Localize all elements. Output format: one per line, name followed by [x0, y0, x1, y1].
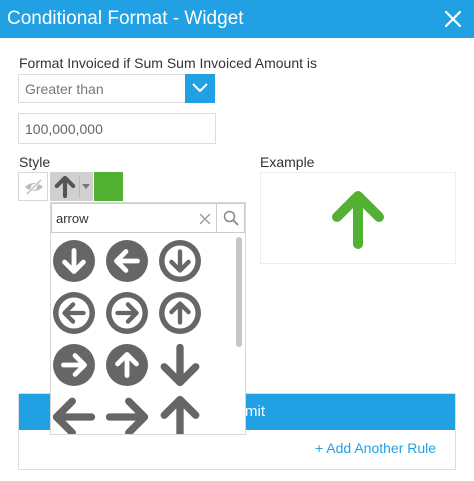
condition-label: Format Invoiced if Sum Sum Invoiced Amou…	[19, 55, 318, 71]
search-icon	[223, 210, 239, 226]
amount-input[interactable]	[18, 113, 216, 144]
icon-grid	[51, 234, 232, 434]
arrow-up-icon	[54, 176, 76, 198]
arrow-circle-o-down-icon[interactable]	[157, 238, 203, 284]
arrow-circle-down-icon[interactable]	[51, 238, 97, 284]
add-another-rule-link[interactable]: + Add Another Rule	[315, 440, 436, 456]
style-label: Style	[19, 154, 51, 170]
operator-value: Greater than	[25, 81, 104, 97]
color-swatch[interactable]	[94, 172, 123, 201]
scrollbar-thumb[interactable]	[236, 237, 242, 347]
scrollbar[interactable]	[236, 237, 242, 432]
icon-select-button[interactable]	[50, 172, 93, 201]
separator	[79, 175, 80, 198]
arrow-left-icon[interactable]	[51, 394, 97, 434]
operator-select[interactable]: Greater than	[18, 74, 215, 103]
arrow-down-icon[interactable]	[157, 342, 203, 388]
arrow-circle-up-icon[interactable]	[104, 342, 150, 388]
icon-search-input[interactable]	[51, 203, 217, 233]
example-arrow-up-icon	[332, 191, 384, 249]
caret-down-icon	[82, 184, 90, 189]
icon-picker-dropdown	[50, 202, 246, 435]
rule-bar-text: mit	[245, 403, 265, 420]
conditional-format-dialog: Conditional Format - Widget Format Invoi…	[0, 0, 474, 481]
arrow-circle-right-icon[interactable]	[51, 342, 97, 388]
arrow-circle-o-left-icon[interactable]	[51, 290, 97, 336]
operator-dropdown-button[interactable]	[185, 74, 215, 103]
arrow-circle-o-right-icon[interactable]	[104, 290, 150, 336]
search-button[interactable]	[217, 203, 245, 233]
eye-slash-icon	[25, 179, 43, 195]
close-icon[interactable]	[444, 10, 462, 28]
arrow-right-icon[interactable]	[104, 394, 150, 434]
title-bar: Conditional Format - Widget	[0, 0, 474, 38]
chevron-down-icon	[192, 83, 208, 93]
example-preview	[260, 172, 456, 264]
arrow-circle-o-up-icon[interactable]	[157, 290, 203, 336]
close-icon[interactable]	[199, 212, 211, 225]
example-label: Example	[260, 154, 315, 170]
arrow-up-icon[interactable]	[157, 394, 203, 434]
arrow-circle-left-icon[interactable]	[104, 238, 150, 284]
dialog-title: Conditional Format - Widget	[7, 8, 244, 29]
hide-icon-button[interactable]	[18, 172, 48, 201]
